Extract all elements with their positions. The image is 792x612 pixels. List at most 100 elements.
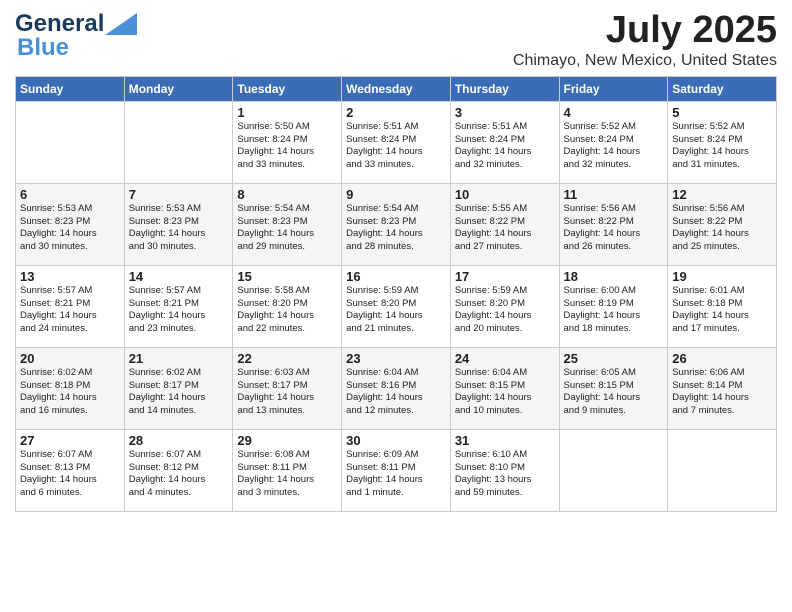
calendar-cell [124, 101, 233, 183]
calendar-cell: 26Sunrise: 6:06 AM Sunset: 8:14 PM Dayli… [668, 347, 777, 429]
day-number: 14 [129, 269, 229, 284]
calendar-cell: 18Sunrise: 6:00 AM Sunset: 8:19 PM Dayli… [559, 265, 668, 347]
day-number: 12 [672, 187, 772, 202]
calendar-cell [668, 429, 777, 511]
day-number: 10 [455, 187, 555, 202]
calendar-cell: 10Sunrise: 5:55 AM Sunset: 8:22 PM Dayli… [450, 183, 559, 265]
logo: General Blue [15, 10, 137, 62]
day-number: 4 [564, 105, 664, 120]
day-info: Sunrise: 5:52 AM Sunset: 8:24 PM Dayligh… [672, 121, 772, 172]
calendar-cell: 11Sunrise: 5:56 AM Sunset: 8:22 PM Dayli… [559, 183, 668, 265]
day-info: Sunrise: 5:52 AM Sunset: 8:24 PM Dayligh… [564, 121, 664, 172]
day-info: Sunrise: 5:57 AM Sunset: 8:21 PM Dayligh… [20, 285, 120, 336]
day-number: 21 [129, 351, 229, 366]
day-info: Sunrise: 6:06 AM Sunset: 8:14 PM Dayligh… [672, 367, 772, 418]
day-info: Sunrise: 6:03 AM Sunset: 8:17 PM Dayligh… [237, 367, 337, 418]
calendar-cell: 25Sunrise: 6:05 AM Sunset: 8:15 PM Dayli… [559, 347, 668, 429]
logo-icon [105, 9, 137, 35]
day-info: Sunrise: 5:53 AM Sunset: 8:23 PM Dayligh… [20, 203, 120, 254]
day-info: Sunrise: 5:53 AM Sunset: 8:23 PM Dayligh… [129, 203, 229, 254]
calendar-cell: 24Sunrise: 6:04 AM Sunset: 8:15 PM Dayli… [450, 347, 559, 429]
calendar-cell: 23Sunrise: 6:04 AM Sunset: 8:16 PM Dayli… [342, 347, 451, 429]
location-title: Chimayo, New Mexico, United States [513, 52, 777, 70]
day-number: 7 [129, 187, 229, 202]
calendar-table: SundayMondayTuesdayWednesdayThursdayFrid… [15, 76, 777, 512]
day-number: 15 [237, 269, 337, 284]
day-info: Sunrise: 6:07 AM Sunset: 8:13 PM Dayligh… [20, 449, 120, 500]
day-number: 29 [237, 433, 337, 448]
weekday-header-friday: Friday [559, 76, 668, 101]
day-number: 11 [564, 187, 664, 202]
day-number: 22 [237, 351, 337, 366]
day-info: Sunrise: 5:59 AM Sunset: 8:20 PM Dayligh… [455, 285, 555, 336]
day-number: 26 [672, 351, 772, 366]
weekday-header-monday: Monday [124, 76, 233, 101]
calendar-cell: 31Sunrise: 6:10 AM Sunset: 8:10 PM Dayli… [450, 429, 559, 511]
day-info: Sunrise: 6:10 AM Sunset: 8:10 PM Dayligh… [455, 449, 555, 500]
day-number: 27 [20, 433, 120, 448]
day-info: Sunrise: 6:02 AM Sunset: 8:18 PM Dayligh… [20, 367, 120, 418]
calendar-cell: 6Sunrise: 5:53 AM Sunset: 8:23 PM Daylig… [16, 183, 125, 265]
day-info: Sunrise: 6:01 AM Sunset: 8:18 PM Dayligh… [672, 285, 772, 336]
day-number: 19 [672, 269, 772, 284]
month-title: July 2025 [513, 10, 777, 52]
calendar-cell [559, 429, 668, 511]
day-number: 30 [346, 433, 446, 448]
calendar-cell: 22Sunrise: 6:03 AM Sunset: 8:17 PM Dayli… [233, 347, 342, 429]
calendar-cell: 29Sunrise: 6:08 AM Sunset: 8:11 PM Dayli… [233, 429, 342, 511]
page-header: General Blue July 2025 Chimayo, New Mexi… [15, 10, 777, 70]
day-info: Sunrise: 6:00 AM Sunset: 8:19 PM Dayligh… [564, 285, 664, 336]
logo-text-blue: Blue [17, 34, 69, 62]
day-number: 16 [346, 269, 446, 284]
day-info: Sunrise: 6:02 AM Sunset: 8:17 PM Dayligh… [129, 367, 229, 418]
day-number: 25 [564, 351, 664, 366]
day-number: 18 [564, 269, 664, 284]
day-info: Sunrise: 5:57 AM Sunset: 8:21 PM Dayligh… [129, 285, 229, 336]
day-info: Sunrise: 5:58 AM Sunset: 8:20 PM Dayligh… [237, 285, 337, 336]
weekday-header-wednesday: Wednesday [342, 76, 451, 101]
calendar-cell: 3Sunrise: 5:51 AM Sunset: 8:24 PM Daylig… [450, 101, 559, 183]
day-info: Sunrise: 5:59 AM Sunset: 8:20 PM Dayligh… [346, 285, 446, 336]
calendar-cell: 13Sunrise: 5:57 AM Sunset: 8:21 PM Dayli… [16, 265, 125, 347]
title-area: July 2025 Chimayo, New Mexico, United St… [513, 10, 777, 70]
day-info: Sunrise: 5:56 AM Sunset: 8:22 PM Dayligh… [672, 203, 772, 254]
calendar-week-row: 20Sunrise: 6:02 AM Sunset: 8:18 PM Dayli… [16, 347, 777, 429]
calendar-week-row: 13Sunrise: 5:57 AM Sunset: 8:21 PM Dayli… [16, 265, 777, 347]
calendar-cell: 9Sunrise: 5:54 AM Sunset: 8:23 PM Daylig… [342, 183, 451, 265]
day-info: Sunrise: 6:04 AM Sunset: 8:16 PM Dayligh… [346, 367, 446, 418]
calendar-cell: 27Sunrise: 6:07 AM Sunset: 8:13 PM Dayli… [16, 429, 125, 511]
weekday-header-thursday: Thursday [450, 76, 559, 101]
calendar-cell: 8Sunrise: 5:54 AM Sunset: 8:23 PM Daylig… [233, 183, 342, 265]
calendar-cell: 12Sunrise: 5:56 AM Sunset: 8:22 PM Dayli… [668, 183, 777, 265]
calendar-cell: 20Sunrise: 6:02 AM Sunset: 8:18 PM Dayli… [16, 347, 125, 429]
calendar-cell: 16Sunrise: 5:59 AM Sunset: 8:20 PM Dayli… [342, 265, 451, 347]
day-number: 5 [672, 105, 772, 120]
calendar-cell: 17Sunrise: 5:59 AM Sunset: 8:20 PM Dayli… [450, 265, 559, 347]
day-info: Sunrise: 6:05 AM Sunset: 8:15 PM Dayligh… [564, 367, 664, 418]
day-number: 6 [20, 187, 120, 202]
weekday-header-sunday: Sunday [16, 76, 125, 101]
day-info: Sunrise: 6:08 AM Sunset: 8:11 PM Dayligh… [237, 449, 337, 500]
weekday-header-row: SundayMondayTuesdayWednesdayThursdayFrid… [16, 76, 777, 101]
day-number: 8 [237, 187, 337, 202]
day-number: 28 [129, 433, 229, 448]
day-info: Sunrise: 5:51 AM Sunset: 8:24 PM Dayligh… [346, 121, 446, 172]
calendar-cell: 19Sunrise: 6:01 AM Sunset: 8:18 PM Dayli… [668, 265, 777, 347]
calendar-cell: 14Sunrise: 5:57 AM Sunset: 8:21 PM Dayli… [124, 265, 233, 347]
day-number: 13 [20, 269, 120, 284]
day-number: 2 [346, 105, 446, 120]
day-number: 17 [455, 269, 555, 284]
day-info: Sunrise: 5:51 AM Sunset: 8:24 PM Dayligh… [455, 121, 555, 172]
calendar-cell: 2Sunrise: 5:51 AM Sunset: 8:24 PM Daylig… [342, 101, 451, 183]
calendar-cell: 28Sunrise: 6:07 AM Sunset: 8:12 PM Dayli… [124, 429, 233, 511]
calendar-week-row: 1Sunrise: 5:50 AM Sunset: 8:24 PM Daylig… [16, 101, 777, 183]
day-number: 20 [20, 351, 120, 366]
calendar-cell: 4Sunrise: 5:52 AM Sunset: 8:24 PM Daylig… [559, 101, 668, 183]
calendar-cell: 5Sunrise: 5:52 AM Sunset: 8:24 PM Daylig… [668, 101, 777, 183]
calendar-week-row: 27Sunrise: 6:07 AM Sunset: 8:13 PM Dayli… [16, 429, 777, 511]
day-info: Sunrise: 5:54 AM Sunset: 8:23 PM Dayligh… [346, 203, 446, 254]
calendar-cell: 15Sunrise: 5:58 AM Sunset: 8:20 PM Dayli… [233, 265, 342, 347]
calendar-cell: 1Sunrise: 5:50 AM Sunset: 8:24 PM Daylig… [233, 101, 342, 183]
day-number: 24 [455, 351, 555, 366]
weekday-header-tuesday: Tuesday [233, 76, 342, 101]
